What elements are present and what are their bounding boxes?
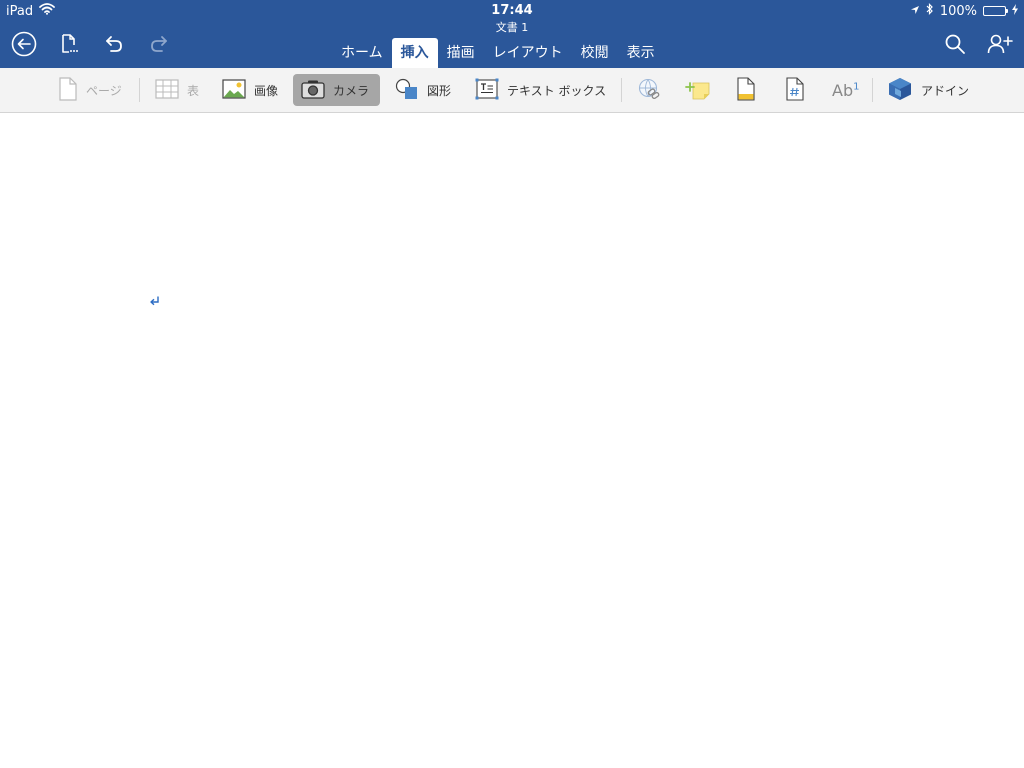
table-label: 表 — [187, 83, 200, 98]
undo-button[interactable] — [100, 32, 128, 60]
bluetooth-icon — [926, 3, 934, 19]
textbox-button[interactable]: テキスト ボックス — [475, 74, 606, 106]
tab-view[interactable]: 表示 — [618, 38, 664, 68]
location-icon — [910, 4, 920, 19]
footnote-superscript: 1 — [853, 81, 860, 93]
table-button[interactable]: 表 — [155, 74, 199, 106]
title-bar: iPad 17:44 文書 1 100% ホーム 挿入 描画 レイアウト 校閲 … — [0, 0, 1024, 68]
battery-percent: 100% — [939, 3, 977, 19]
tab-insert[interactable]: 挿入 — [391, 38, 438, 68]
page-number-button[interactable] — [785, 74, 805, 106]
camera-button[interactable]: カメラ — [293, 74, 380, 106]
textbox-icon — [475, 78, 499, 103]
image-label: 画像 — [254, 83, 279, 98]
addins-label: アドイン — [921, 83, 970, 98]
ribbon-tabs: ホーム 挿入 描画 レイアウト 校閲 表示 — [332, 38, 664, 68]
tab-layout[interactable]: レイアウト — [484, 38, 572, 68]
page-number-icon — [785, 76, 805, 104]
shapes-icon — [395, 78, 419, 103]
footnote-label: Ab1 — [832, 80, 860, 100]
ribbon-divider — [621, 78, 622, 102]
tab-draw[interactable]: 描画 — [438, 38, 484, 68]
document-canvas[interactable] — [0, 113, 1024, 768]
charging-icon — [1012, 3, 1018, 19]
back-icon — [11, 31, 37, 61]
share-button[interactable] — [986, 32, 1014, 60]
redo-icon — [148, 33, 170, 59]
image-icon — [222, 78, 246, 102]
footnote-button[interactable]: Ab1 — [832, 74, 859, 106]
addins-icon — [887, 77, 913, 104]
shapes-button[interactable]: 図形 — [395, 74, 451, 106]
camera-label: カメラ — [333, 83, 370, 98]
share-icon — [987, 33, 1013, 59]
back-button[interactable] — [10, 31, 38, 61]
status-bar-right: 100% — [910, 3, 1018, 19]
comment-button[interactable] — [685, 74, 711, 106]
page-icon — [58, 76, 78, 104]
redo-button[interactable] — [145, 32, 173, 60]
insert-ribbon: ページ 表 画像 カメラ 図形 テキスト ボックス Ab1 アドイン — [0, 68, 1024, 113]
file-icon — [58, 33, 80, 59]
status-time: 17:44 — [491, 3, 533, 18]
addins-button[interactable]: アドイン — [887, 74, 969, 106]
tab-review[interactable]: 校閲 — [572, 38, 618, 68]
image-button[interactable]: 画像 — [222, 74, 278, 106]
shapes-label: 図形 — [427, 83, 452, 98]
header-footer-icon — [736, 76, 756, 104]
textbox-label: テキスト ボックス — [507, 83, 607, 98]
link-button[interactable] — [637, 74, 661, 106]
link-icon — [637, 78, 661, 103]
battery-icon — [983, 6, 1008, 16]
ribbon-divider — [139, 78, 140, 102]
table-icon — [155, 78, 179, 102]
camera-icon — [301, 79, 325, 102]
file-button[interactable] — [55, 32, 83, 60]
page-button[interactable]: ページ — [58, 74, 122, 106]
paragraph-mark-icon — [149, 292, 161, 311]
search-button[interactable] — [941, 32, 969, 60]
undo-icon — [103, 33, 125, 59]
search-icon — [944, 33, 966, 59]
tab-home[interactable]: ホーム — [332, 38, 392, 68]
comment-icon — [685, 78, 711, 103]
ribbon-divider — [872, 78, 873, 102]
page-label: ページ — [86, 83, 122, 98]
header-footer-button[interactable] — [736, 74, 756, 106]
